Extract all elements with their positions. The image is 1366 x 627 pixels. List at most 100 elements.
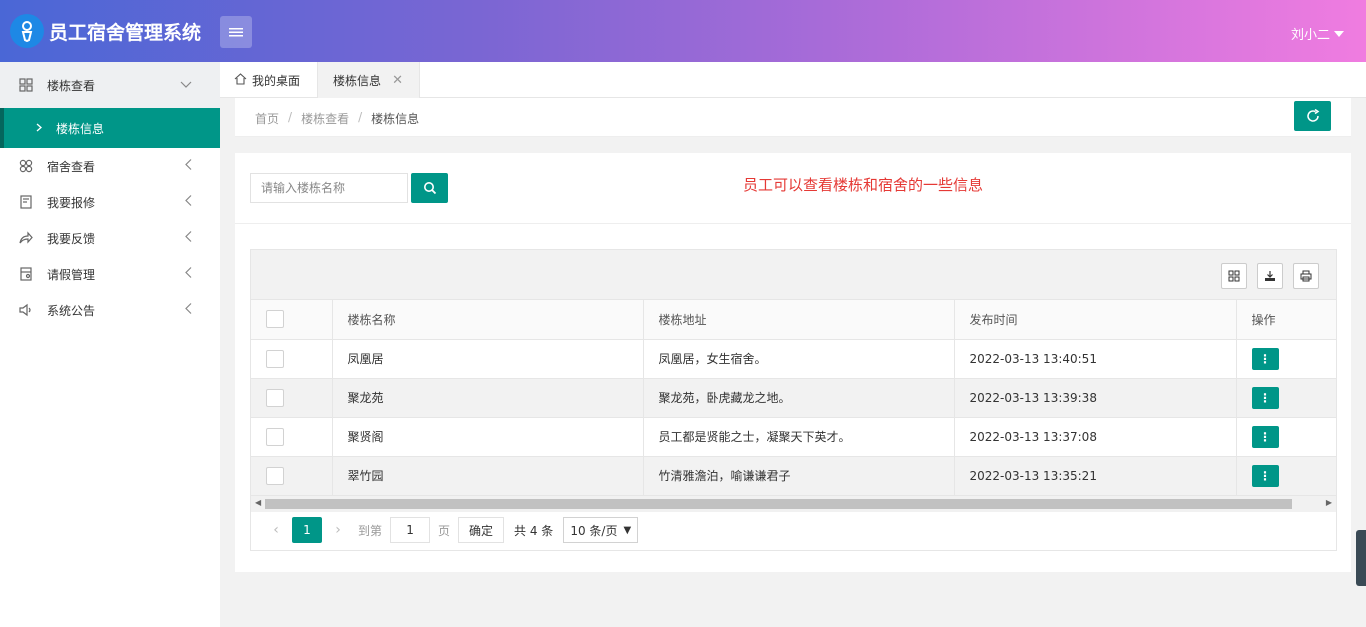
sidebar-item-label: 楼栋查看 bbox=[47, 78, 96, 93]
share-icon bbox=[18, 230, 34, 246]
breadcrumb-separator: / bbox=[288, 110, 293, 124]
logo: 员工宿舍管理系统 bbox=[10, 14, 201, 48]
breadcrumb-current: 楼栋信息 bbox=[371, 112, 420, 126]
more-actions-button[interactable]: ⋮ bbox=[1251, 347, 1279, 370]
more-actions-button[interactable]: ⋮ bbox=[1251, 464, 1279, 487]
cell-name: 聚贤阁 bbox=[332, 417, 644, 457]
more-icon: ⋮ bbox=[1259, 429, 1271, 444]
sidebar-item-label: 请假管理 bbox=[47, 267, 96, 282]
sidebar-item-leave[interactable]: 请假管理 bbox=[0, 256, 220, 292]
sidebar-item-repair[interactable]: 我要报修 bbox=[0, 184, 220, 220]
sidebar-item-building-view[interactable]: 楼栋查看 bbox=[0, 62, 220, 108]
tab-home[interactable]: 我的桌面 bbox=[234, 62, 300, 98]
calendar-icon bbox=[18, 266, 34, 282]
scroll-right-icon[interactable]: ▶ bbox=[1326, 498, 1332, 507]
search-row bbox=[250, 173, 448, 203]
column-header-actions: 操作 bbox=[1236, 300, 1336, 340]
cell-address: 竹清雅澹泊，喻谦谦君子 bbox=[643, 456, 955, 496]
print-button[interactable] bbox=[1293, 263, 1319, 289]
cell-address: 聚龙苑，卧虎藏龙之地。 bbox=[643, 378, 955, 418]
cell-actions: ⋮ bbox=[1236, 417, 1336, 457]
close-icon[interactable]: ✕ bbox=[392, 73, 403, 88]
select-all-cell bbox=[251, 300, 333, 340]
row-select-cell bbox=[251, 417, 333, 457]
sidebar-item-label: 系统公告 bbox=[47, 303, 96, 318]
row-checkbox[interactable] bbox=[266, 349, 284, 368]
row-select-cell bbox=[251, 378, 333, 418]
column-header-time[interactable]: 发布时间 bbox=[954, 300, 1237, 340]
sidebar-item-dorm-view[interactable]: 宿舍查看 bbox=[0, 148, 220, 184]
breadcrumb-building-view[interactable]: 楼栋查看 bbox=[301, 110, 349, 127]
table-toolbar bbox=[251, 250, 1336, 300]
divider bbox=[235, 223, 1351, 224]
chevron-left-icon bbox=[184, 195, 192, 210]
cell-name: 凤凰居 bbox=[332, 339, 644, 379]
data-table: 楼栋名称 楼栋地址 发布时间 操作 凤凰居 凤凰居，女生宿舍。 2022-03-… bbox=[250, 249, 1337, 551]
columns-filter-button[interactable] bbox=[1221, 263, 1247, 289]
columns-icon bbox=[1228, 270, 1240, 282]
home-icon bbox=[234, 72, 247, 88]
app-title: 员工宿舍管理系统 bbox=[49, 21, 202, 44]
side-widget-handle[interactable] bbox=[1356, 530, 1366, 586]
column-header-address[interactable]: 楼栋地址 bbox=[643, 300, 955, 340]
chevron-down-icon: ▼ bbox=[623, 524, 632, 536]
chevron-left-icon bbox=[184, 159, 192, 174]
table-row: 凤凰居 凤凰居，女生宿舍。 2022-03-13 13:40:51 ⋮ bbox=[251, 339, 1336, 379]
search-icon bbox=[423, 182, 436, 195]
chevron-left-icon bbox=[184, 303, 192, 318]
column-header-name[interactable]: 楼栋名称 bbox=[332, 300, 644, 340]
table-row: 聚龙苑 聚龙苑，卧虎藏龙之地。 2022-03-13 13:39:38 ⋮ bbox=[251, 378, 1336, 418]
cell-name: 翠竹园 bbox=[332, 456, 644, 496]
cell-time: 2022-03-13 13:37:08 bbox=[954, 417, 1237, 457]
cell-time: 2022-03-13 13:35:21 bbox=[954, 456, 1237, 496]
more-actions-button[interactable]: ⋮ bbox=[1251, 425, 1279, 448]
sidebar-item-announcement[interactable]: 系统公告 bbox=[0, 292, 220, 328]
cell-address: 员工都是贤能之士，凝聚天下英才。 bbox=[643, 417, 955, 457]
search-input[interactable] bbox=[250, 173, 408, 203]
tab-home-label: 我的桌面 bbox=[252, 73, 301, 88]
next-page-icon[interactable]: › bbox=[326, 522, 350, 538]
export-button[interactable] bbox=[1257, 263, 1283, 289]
tab-building-info[interactable]: 楼栋信息 ✕ bbox=[317, 62, 420, 99]
page-unit-label: 页 bbox=[438, 523, 451, 538]
breadcrumb: 首页 / 楼栋查看 / 楼栋信息 bbox=[255, 110, 419, 127]
sidebar-item-label: 宿舍查看 bbox=[47, 159, 96, 174]
goto-label: 到第 bbox=[358, 523, 383, 538]
total-count: 共 4 条 bbox=[514, 523, 554, 538]
row-checkbox[interactable] bbox=[266, 427, 284, 446]
info-note: 员工可以查看楼栋和宿舍的一些信息 bbox=[743, 176, 984, 194]
cell-actions: ⋮ bbox=[1236, 339, 1336, 379]
user-menu[interactable]: 刘小二 bbox=[1291, 24, 1344, 43]
current-page-button[interactable]: 1 bbox=[292, 517, 322, 543]
page-number-input[interactable] bbox=[390, 517, 431, 543]
pagination: ‹ 1 › 到第 页 确定 共 4 条 10 条/页 ▼ bbox=[250, 510, 1337, 551]
more-icon: ⋮ bbox=[1259, 390, 1271, 405]
sidebar-subitem-label: 楼栋信息 bbox=[56, 121, 105, 136]
page-size-value: 10 条/页 bbox=[570, 523, 618, 538]
refresh-button[interactable] bbox=[1294, 101, 1331, 131]
more-actions-button[interactable]: ⋮ bbox=[1251, 386, 1279, 409]
sidebar-item-feedback[interactable]: 我要反馈 bbox=[0, 220, 220, 256]
speaker-icon bbox=[18, 302, 34, 318]
menu-toggle-button[interactable] bbox=[220, 16, 252, 48]
row-select-cell bbox=[251, 339, 333, 379]
hamburger-icon bbox=[229, 28, 243, 37]
search-button[interactable] bbox=[411, 173, 448, 203]
scrollbar-thumb[interactable] bbox=[265, 498, 1292, 509]
chevron-left-icon bbox=[184, 267, 192, 282]
more-icon: ⋮ bbox=[1259, 351, 1271, 366]
scroll-left-icon[interactable]: ◀ bbox=[255, 498, 261, 507]
print-icon bbox=[1300, 270, 1312, 282]
table-row: 聚贤阁 员工都是贤能之士，凝聚天下英才。 2022-03-13 13:37:08… bbox=[251, 417, 1336, 457]
breadcrumb-home[interactable]: 首页 bbox=[255, 110, 279, 127]
confirm-page-button[interactable]: 确定 bbox=[458, 517, 505, 543]
prev-page-icon[interactable]: ‹ bbox=[264, 522, 288, 538]
row-checkbox[interactable] bbox=[266, 466, 284, 485]
sidebar-item-label: 我要反馈 bbox=[47, 231, 96, 246]
row-select-cell bbox=[251, 456, 333, 496]
page-size-select[interactable]: 10 条/页 ▼ bbox=[563, 517, 639, 543]
select-all-checkbox[interactable] bbox=[266, 310, 284, 329]
row-checkbox[interactable] bbox=[266, 388, 284, 407]
sidebar-subitem-building-info[interactable]: 楼栋信息 bbox=[0, 108, 220, 148]
cell-actions: ⋮ bbox=[1236, 378, 1336, 418]
